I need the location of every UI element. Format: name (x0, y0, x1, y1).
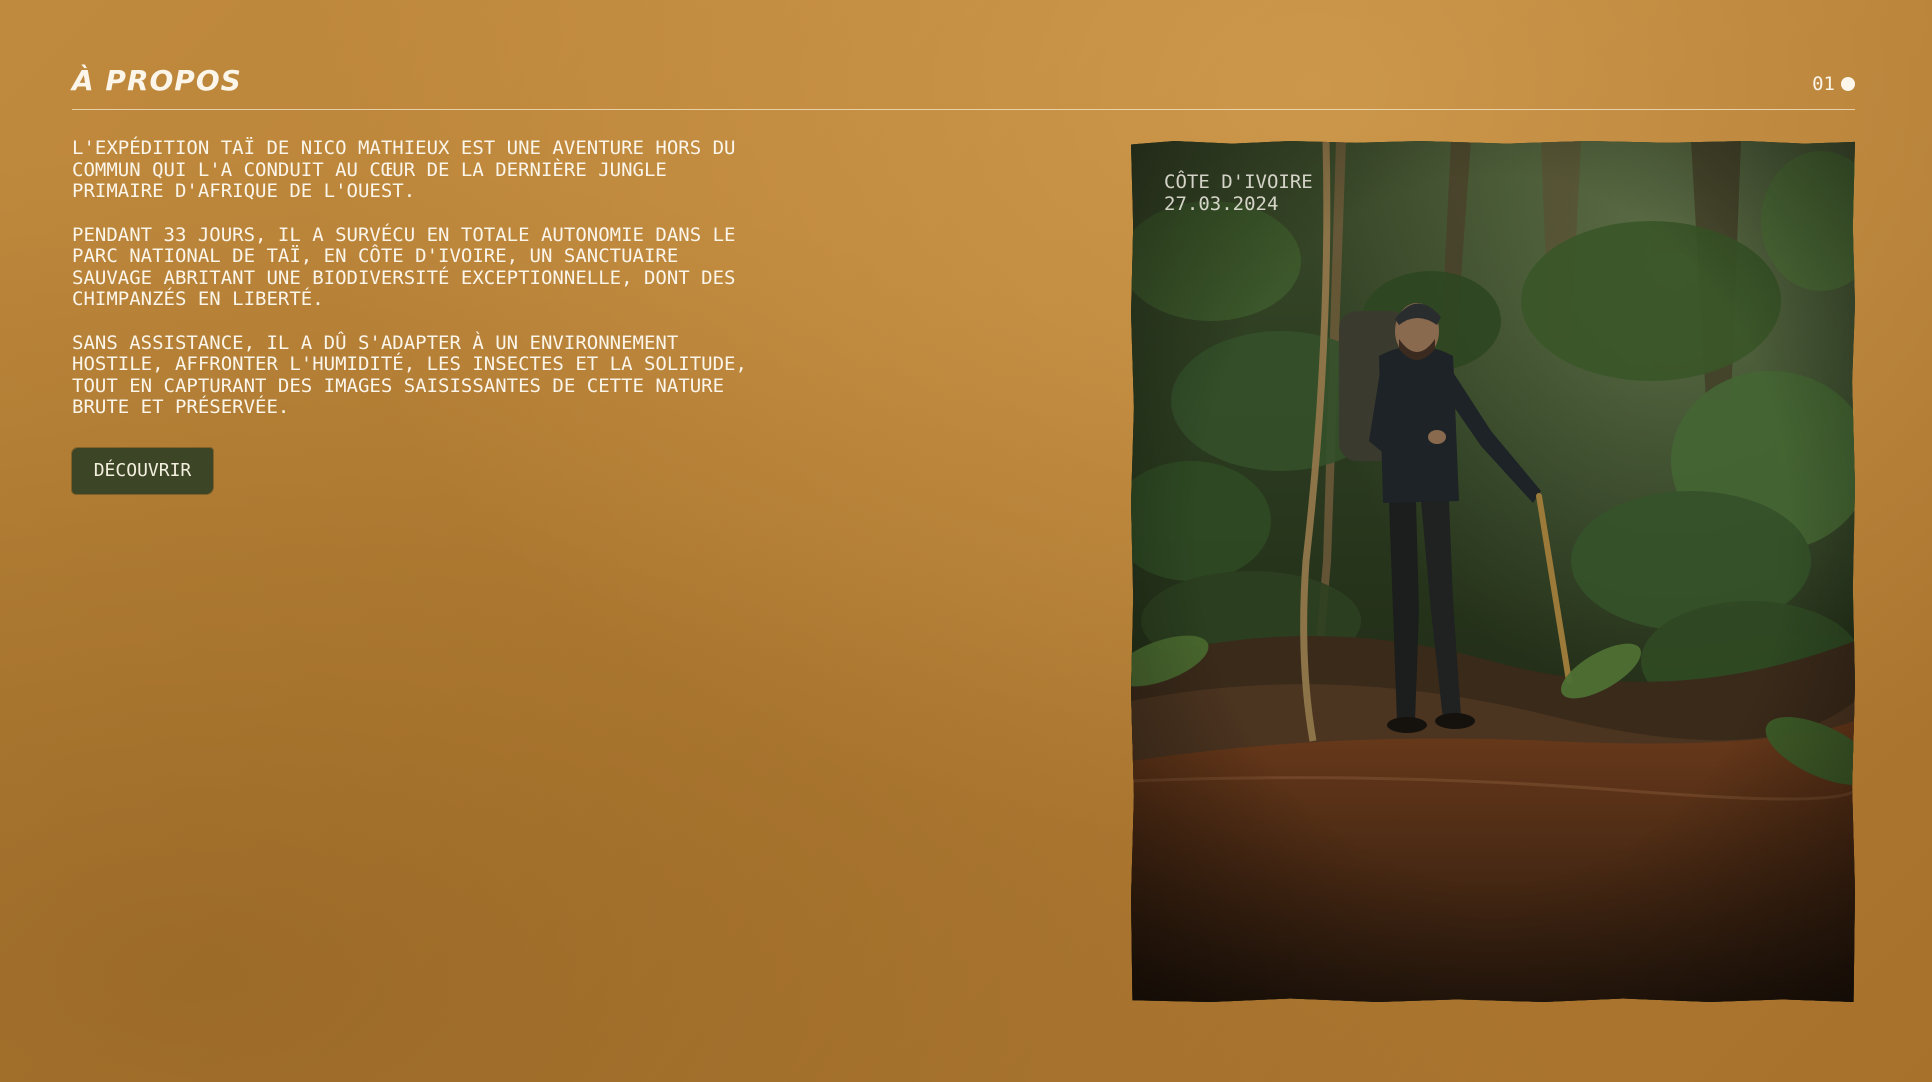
discover-button[interactable]: DÉCOUVRIR (72, 448, 213, 494)
section-header: À PROPOS 01 (72, 66, 1855, 110)
page-dot-icon (1841, 77, 1855, 91)
page-indicator: 01 (1812, 74, 1855, 94)
page-number: 01 (1812, 73, 1835, 95)
intro-text: L'EXPÉDITION TAÏ DE NICO MATHIEUX EST UN… (72, 137, 802, 441)
section-title: À PROPOS (72, 64, 242, 97)
photo-location: CÔTE D'IVOIRE (1164, 171, 1313, 193)
intro-paragraph-2: PENDANT 33 JOURS, IL A SURVÉCU EN TOTALE… (72, 223, 736, 310)
expedition-photo: CÔTE D'IVOIRE 27.03.2024 (1131, 141, 1855, 1002)
photo-date: 27.03.2024 (1164, 193, 1279, 215)
jungle-photo-illustration (1131, 141, 1855, 1002)
intro-paragraph-1: L'EXPÉDITION TAÏ DE NICO MATHIEUX EST UN… (72, 137, 736, 202)
intro-paragraph-3: SANS ASSISTANCE, IL A DÛ S'ADAPTER À UN … (72, 331, 747, 418)
